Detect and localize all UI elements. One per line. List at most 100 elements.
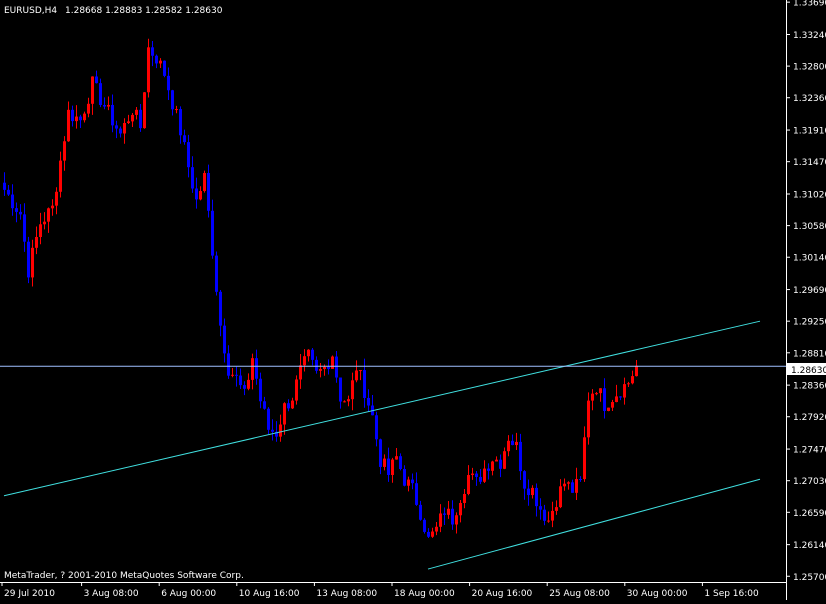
candle-body — [427, 531, 430, 537]
candle-body — [403, 469, 406, 486]
candle-body — [263, 401, 266, 409]
candle-body — [311, 349, 314, 360]
candle-body — [471, 473, 474, 476]
candle-body — [55, 191, 58, 206]
candle-body — [347, 399, 350, 402]
chart-background — [0, 0, 826, 600]
candle-body — [599, 388, 602, 394]
candle-body — [423, 519, 426, 532]
candle-body — [587, 400, 590, 438]
time-tick-label: 25 Aug 08:00 — [549, 589, 610, 599]
chart-canvas: 1.33690 1.33240 1.32800 1.32360 1.31910 1.314… — [0, 0, 826, 600]
candle-body — [455, 515, 458, 525]
candle-body — [251, 358, 254, 380]
candle-body — [635, 365, 638, 377]
candle-body — [419, 504, 422, 520]
price-tick-label: 1.28810 — [793, 349, 826, 359]
candle-body — [627, 383, 630, 385]
candle-body — [555, 507, 558, 511]
candle-body — [31, 247, 34, 278]
candle-body — [315, 359, 318, 371]
price-tick-label: 1.31910 — [793, 127, 826, 137]
candle-body — [327, 366, 330, 369]
candle-body — [391, 459, 394, 475]
candle-body — [111, 104, 114, 126]
price-tick-label: 1.32800 — [793, 63, 826, 73]
candle-body — [355, 370, 358, 381]
candle-body — [463, 493, 466, 503]
candle-body — [203, 173, 206, 192]
candle-body — [147, 47, 150, 93]
price-tick-label: 1.31470 — [793, 158, 826, 168]
time-tick-label: 13 Aug 08:00 — [316, 589, 377, 599]
candle-body — [191, 167, 194, 189]
candle-body — [395, 456, 398, 460]
candle-body — [123, 123, 126, 134]
candle-body — [515, 441, 518, 446]
candle-body — [175, 109, 178, 111]
candle-body — [271, 429, 274, 432]
candle-body — [595, 393, 598, 395]
candle-body — [247, 379, 250, 389]
candle-body — [279, 424, 282, 437]
candle-body — [291, 400, 294, 409]
candle-body — [259, 378, 262, 402]
candle-body — [571, 482, 574, 493]
candle-body — [215, 255, 218, 292]
candle-body — [511, 440, 514, 446]
price-tick-label: 1.28360 — [793, 382, 826, 392]
candle-body — [431, 531, 434, 537]
price-tick-label: 1.33240 — [793, 31, 826, 41]
candle-body — [619, 396, 622, 398]
candle-body — [559, 486, 562, 508]
candle-body — [475, 473, 478, 477]
candle-body — [479, 476, 482, 482]
candle-body — [95, 76, 98, 84]
price-tick-label: 1.25700 — [793, 573, 826, 583]
candle-body — [155, 55, 158, 64]
candle-body — [335, 356, 338, 378]
candle-body — [375, 415, 378, 440]
price-tick-label: 1.27920 — [793, 413, 826, 423]
time-tick-label: 6 Aug 00:00 — [161, 589, 216, 599]
candle-body — [15, 208, 18, 212]
candle-body — [507, 440, 510, 452]
candle-body — [623, 384, 626, 398]
candle-body — [443, 513, 446, 515]
candle-body — [127, 121, 130, 124]
candle-body — [563, 483, 566, 487]
candle-body — [151, 47, 154, 56]
candle-body — [451, 508, 454, 525]
candle-body — [591, 393, 594, 401]
candle-body — [199, 191, 202, 200]
price-tick-label: 1.30580 — [793, 222, 826, 232]
candle-body — [99, 83, 102, 105]
candle-body — [399, 456, 402, 470]
candle-body — [267, 408, 270, 430]
candle-body — [287, 403, 290, 409]
candle-body — [531, 487, 534, 496]
candle-body — [331, 356, 334, 369]
candle-body — [87, 103, 90, 114]
candle-body — [59, 160, 62, 192]
candle-body — [303, 356, 306, 366]
candle-body — [179, 109, 182, 136]
candle-body — [139, 109, 142, 129]
candle-body — [379, 439, 382, 467]
copyright-text: MetaTrader, ? 2001-2010 MetaQuotes Softw… — [4, 571, 244, 581]
price-tick-label: 1.32360 — [793, 94, 826, 104]
candle-body — [67, 109, 70, 142]
candle-body — [483, 468, 486, 482]
candle-body — [167, 75, 170, 91]
candle-body — [411, 479, 414, 484]
candle-body — [35, 237, 38, 248]
candle-body — [551, 510, 554, 521]
candle-body — [211, 210, 214, 256]
candle-body — [63, 141, 66, 161]
candle-body — [459, 502, 462, 516]
price-tick-label: 1.30140 — [793, 254, 826, 264]
price-tick-label: 1.33690 — [793, 0, 826, 9]
candle-body — [143, 92, 146, 129]
candle-body — [467, 475, 470, 494]
candle-body — [543, 509, 546, 521]
